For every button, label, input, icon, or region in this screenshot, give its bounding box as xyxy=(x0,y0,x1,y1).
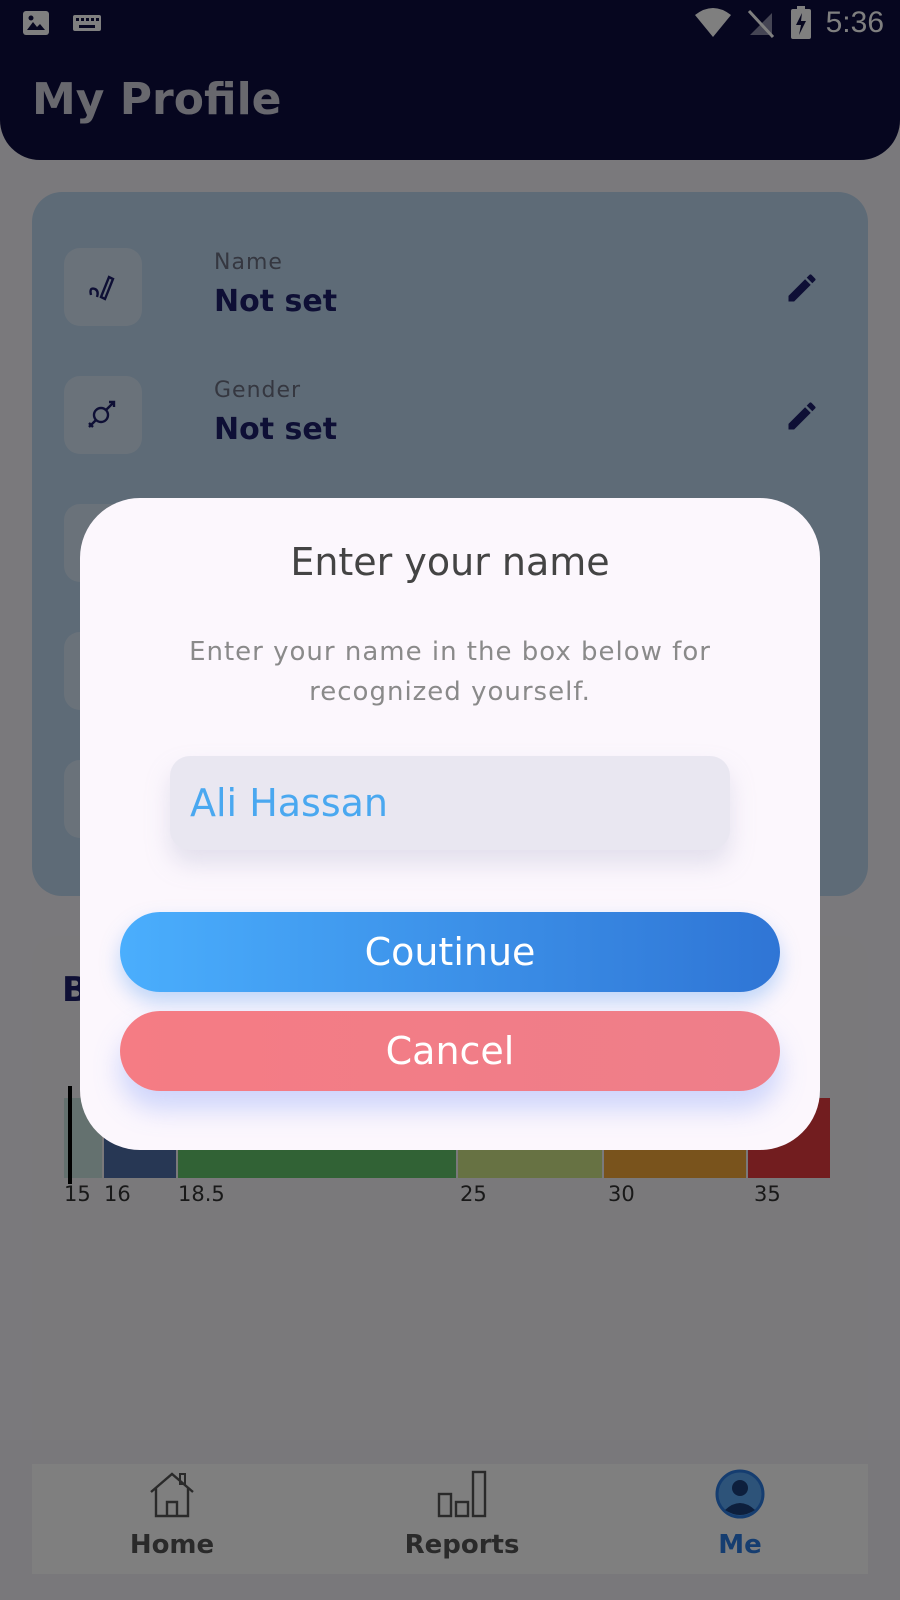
dialog-subtitle: Enter your name in the box below for rec… xyxy=(189,637,711,707)
cancel-button[interactable]: Cancel xyxy=(120,1011,780,1091)
continue-button[interactable]: Coutinue xyxy=(120,912,780,992)
dialog-title: Enter your name xyxy=(290,540,610,584)
name-input[interactable] xyxy=(170,756,730,850)
name-dialog: Enter your name Enter your name in the b… xyxy=(80,498,820,1150)
